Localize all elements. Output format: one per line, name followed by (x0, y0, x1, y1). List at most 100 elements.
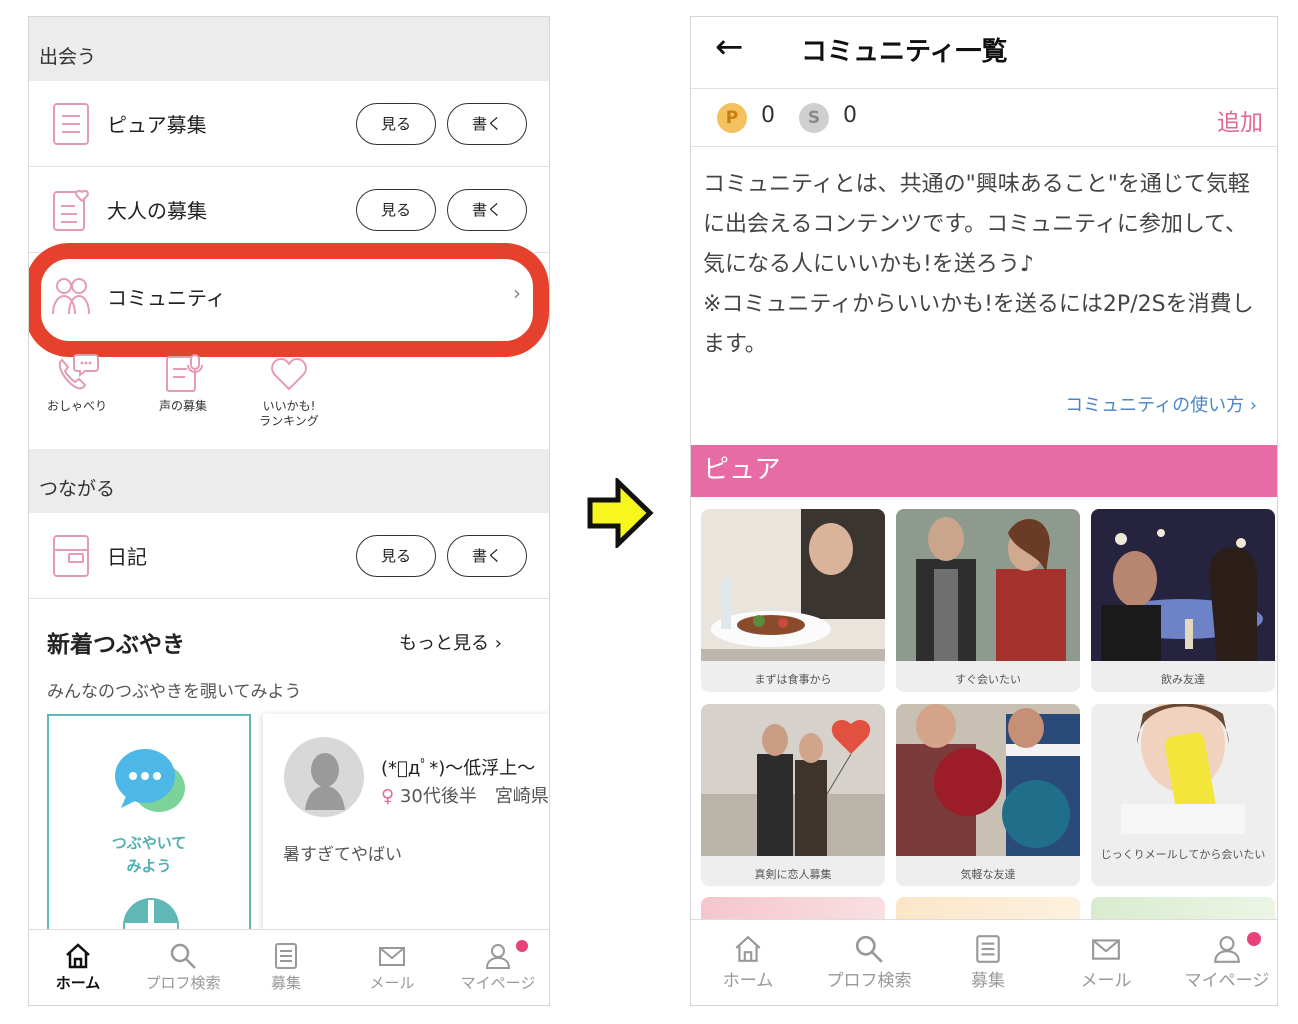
description-text: コミュニティとは、共通の"興味あること"を通じて気軽に出会えるコンテンツです。コ… (703, 172, 1250, 277)
feed-body: 暑すぎてやばい (283, 845, 402, 865)
post-card-text: つぶやいて みよう (49, 832, 249, 878)
list-icon (275, 943, 297, 969)
row-label: 大人の募集 (107, 199, 207, 223)
feed-user-meta: ♀ 30代後半 宮崎県 (381, 782, 549, 808)
phone-chat-icon (58, 354, 99, 390)
post-tsubuyaki-card[interactable]: つぶやいて みよう (47, 714, 251, 954)
diary-icon (53, 534, 89, 577)
point-coin-icon: P (717, 103, 747, 133)
tile-caption: 真剣に恋人募集 (754, 868, 832, 881)
quick-link-voice-boshu[interactable]: 声の募集 (135, 353, 231, 414)
community-tile[interactable]: じっくりメールしてから会いたい (1091, 704, 1275, 886)
dining-photo (701, 509, 885, 661)
document-icon (53, 102, 89, 145)
tsubuyaki-feed-card[interactable]: (*ﾟдﾟ*)〜低浮上〜 ♀ 30代後半 宮崎県 暑すぎてやばい (263, 714, 549, 944)
row-label: コミュニティ (107, 285, 226, 310)
point-value: 0 (761, 103, 775, 128)
see-button[interactable]: 見る (356, 534, 436, 577)
section-title: 出会う (39, 46, 97, 68)
mail-icon (379, 947, 405, 966)
community-tile[interactable]: 飲み友達 (1091, 509, 1275, 692)
more-link[interactable]: もっと見る › (399, 629, 502, 655)
couple-balloon-photo (701, 704, 885, 856)
add-points-link[interactable]: 追加 (1217, 103, 1263, 137)
quick-link-label: 声の募集 (158, 399, 207, 413)
row-community[interactable]: コミュニティ › (29, 253, 549, 339)
quick-link-oshaberi[interactable]: おしゃべり (29, 353, 125, 414)
tab-label: 募集 (971, 971, 1005, 991)
page-title: コミュニティ一覧 (801, 37, 1008, 67)
tsubuyaki-title: 新着つぶやき (47, 632, 185, 658)
write-button[interactable]: 書く (447, 188, 527, 231)
see-button[interactable]: 見る (356, 188, 436, 231)
person-icon (1214, 936, 1240, 963)
tab-boshu[interactable]: 募集 (953, 934, 1023, 991)
tab-boshu[interactable]: 募集 (251, 942, 321, 993)
tab-label: マイページ (1184, 971, 1270, 991)
community-tile[interactable]: まずは食事から (701, 509, 885, 692)
community-description: コミュニティとは、共通の"興味あること"を通じて気軽に出会えるコンテンツです。コ… (703, 165, 1269, 365)
see-button[interactable]: 見る (356, 102, 436, 145)
community-tile[interactable]: 気軽な友達 (896, 704, 1080, 886)
tab-label: ホーム (55, 974, 101, 992)
section-header-meet: 出会う (29, 17, 549, 81)
row-diary: 日記 見る 書く (29, 513, 549, 599)
tab-mail[interactable]: メール (357, 942, 427, 993)
row-label: 日記 (107, 545, 147, 569)
row-label: ピュア募集 (107, 113, 207, 137)
right-screen: ← コミュニティ一覧 P 0 S 0 追加 コミュニティとは、共通の"興味あるこ… (690, 16, 1278, 1006)
search-icon (170, 943, 196, 969)
back-arrow-icon[interactable]: ← (715, 27, 744, 67)
home-icon (66, 943, 90, 969)
quick-link-label-1: いいかも! (262, 399, 316, 413)
tab-label: 募集 (270, 974, 301, 992)
tab-label: ホーム (722, 971, 774, 991)
service-value: 0 (843, 103, 857, 128)
tab-profile-search[interactable]: プロフ検索 (817, 934, 921, 991)
tile-caption: まずは食事から (754, 673, 832, 686)
write-button[interactable]: 書く (447, 534, 527, 577)
tab-profile-search[interactable]: プロフ検索 (133, 942, 233, 993)
female-icon: ♀ (381, 786, 395, 807)
bar-photo (1091, 509, 1275, 661)
post-card-line: つぶやいて (111, 834, 187, 852)
left-screen: 出会う ピュア募集 見る 書く 大人の募集 見る 書く コミュニティ › おしゃ… (28, 16, 550, 1006)
row-pure-boshu: ピュア募集 見る 書く (29, 81, 549, 167)
community-tile[interactable]: 真剣に恋人募集 (701, 704, 885, 886)
tab-mail[interactable]: メール (1071, 934, 1141, 991)
heart-icon (271, 357, 307, 391)
tab-label: メール (1080, 971, 1132, 991)
list-icon (976, 935, 1000, 963)
notification-dot (1247, 932, 1261, 946)
tab-home[interactable]: ホーム (713, 934, 783, 991)
community-tile[interactable]: すぐ会いたい (896, 509, 1080, 692)
microphone-document-icon (166, 354, 203, 392)
post-card-line: みよう (126, 857, 172, 875)
row-otona-boshu: 大人の募集 見る 書く (29, 167, 549, 253)
mail-icon (1092, 939, 1120, 960)
tab-mypage[interactable]: マイページ (453, 942, 543, 993)
notification-dot (516, 940, 528, 952)
tab-label: プロフ検索 (826, 971, 912, 991)
quick-link-label: おしゃべり (46, 399, 107, 413)
tile-caption: 気軽な友達 (960, 868, 1016, 881)
tab-label: メール (369, 974, 415, 992)
heart-document-icon (53, 189, 89, 231)
tile-caption: 飲み友達 (1161, 673, 1205, 686)
section-title: つながる (39, 478, 116, 500)
home-icon (735, 935, 761, 962)
person-icon (485, 944, 511, 969)
bottom-tab-bar: ホーム プロフ検索 募集 メール マイページ (691, 919, 1277, 1005)
quick-link-iikamo-ranking[interactable]: いいかも! ランキング (241, 353, 337, 429)
how-to-link[interactable]: コミュニティの使い方 › (1065, 391, 1257, 417)
people-icon (52, 278, 90, 315)
chat-bubbles-icon (115, 749, 185, 812)
tab-mypage[interactable]: マイページ (1179, 934, 1275, 991)
feed-user-name: (*ﾟдﾟ*)〜低浮上〜 (381, 758, 536, 779)
avatar (284, 737, 364, 817)
bottom-tab-bar: ホーム プロフ検索 募集 メール マイページ (29, 929, 549, 1005)
service-coin-icon: S (799, 103, 829, 133)
tab-home[interactable]: ホーム (43, 942, 113, 993)
tile-caption: じっくりメールしてから会いたい (1100, 848, 1266, 861)
write-button[interactable]: 書く (447, 102, 527, 145)
